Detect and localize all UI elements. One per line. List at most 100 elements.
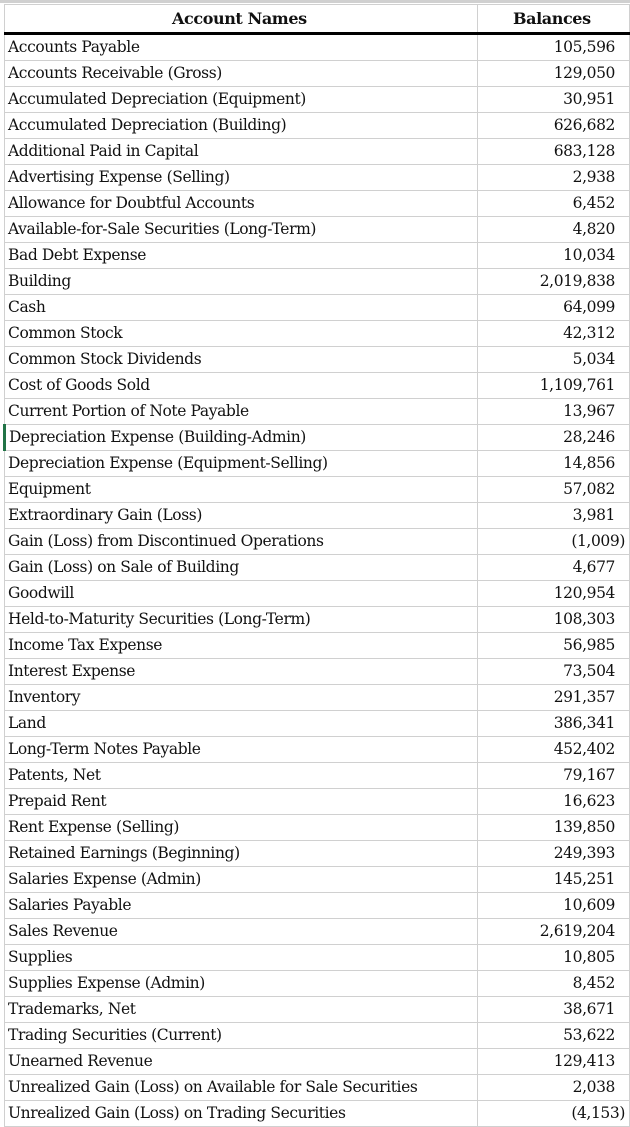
balance-cell[interactable]: 28,246 [476,424,630,451]
table-row: Unearned Revenue 129,413 [4,1048,630,1075]
account-name-cell[interactable]: Trading Securities (Current) [4,1022,478,1049]
account-name-cell[interactable]: Accumulated Depreciation (Building) [4,112,478,139]
balance-cell[interactable]: 105,596 [476,33,630,61]
balance-cell[interactable]: 10,805 [476,944,630,971]
table-row: Sales Revenue 2,619,204 [4,918,630,945]
table-row: Available-for-Sale Securities (Long-Term… [4,216,630,243]
table-row: Common Stock Dividends 5,034 [4,346,630,373]
account-name-cell[interactable]: Unrealized Gain (Loss) on Available for … [4,1074,478,1101]
balance-cell[interactable]: 56,985 [476,632,630,659]
table-row: Common Stock 42,312 [4,320,630,347]
account-name-cell[interactable]: Goodwill [4,580,478,607]
account-name-cell[interactable]: Land [4,710,478,737]
balance-cell[interactable]: 129,050 [476,60,630,87]
balance-cell[interactable]: 2,038 [476,1074,630,1101]
table-row: Salaries Payable 10,609 [4,892,630,919]
account-name-cell[interactable]: Extraordinary Gain (Loss) [4,502,478,529]
account-name-cell[interactable]: Prepaid Rent [4,788,478,815]
account-name-cell[interactable]: Supplies Expense (Admin) [4,970,478,997]
account-name-cell[interactable]: Accumulated Depreciation (Equipment) [4,86,478,113]
table-row: Allowance for Doubtful Accounts 6,452 [4,190,630,217]
account-name-cell[interactable]: Patents, Net [4,762,478,789]
balance-cell[interactable]: 3,981 [476,502,630,529]
balance-cell[interactable]: 1,109,761 [476,372,630,399]
account-name-cell[interactable]: Interest Expense [4,658,478,685]
balance-cell[interactable]: 53,622 [476,1022,630,1049]
account-name-cell[interactable]: Held-to-Maturity Securities (Long-Term) [4,606,478,633]
account-name-cell[interactable]: Inventory [4,684,478,711]
balance-cell[interactable]: 4,820 [476,216,630,243]
balance-cell[interactable]: 64,099 [476,294,630,321]
balance-cell[interactable]: 2,019,838 [476,268,630,295]
balance-cell[interactable]: (4,153) [476,1100,630,1127]
balance-cell[interactable]: 145,251 [476,866,630,893]
account-name-cell[interactable]: Supplies [4,944,478,971]
account-name-cell[interactable]: Bad Debt Expense [4,242,478,269]
balance-cell[interactable]: 129,413 [476,1048,630,1075]
balance-cell[interactable]: 42,312 [476,320,630,347]
balance-cell[interactable]: 108,303 [476,606,630,633]
balance-cell[interactable]: 2,619,204 [476,918,630,945]
account-name-cell[interactable]: Building [4,268,478,295]
account-name-cell[interactable]: Advertising Expense (Selling) [4,164,478,191]
account-name-cell[interactable]: Current Portion of Note Payable [4,398,478,425]
balance-cell[interactable]: 30,951 [476,86,630,113]
balance-cell[interactable]: 13,967 [476,398,630,425]
account-name-cell[interactable]: Long-Term Notes Payable [4,736,478,763]
balance-cell[interactable]: 249,393 [476,840,630,867]
account-name-cell[interactable]: Accounts Payable [4,33,478,61]
balance-cell[interactable]: 291,357 [476,684,630,711]
account-name-cell[interactable]: Unrealized Gain (Loss) on Trading Securi… [4,1100,478,1127]
balance-cell[interactable]: 683,128 [476,138,630,165]
table-row: Inventory 291,357 [4,684,630,711]
account-name-cell[interactable]: Cost of Goods Sold [4,372,478,399]
account-name-cell[interactable]: Common Stock [4,320,478,347]
table-row: Supplies 10,805 [4,944,630,971]
balance-cell[interactable]: 14,856 [476,450,630,477]
balance-cell[interactable]: 626,682 [476,112,630,139]
balance-cell[interactable]: 139,850 [476,814,630,841]
table-row: Depreciation Expense (Building-Admin) 28,… [3,424,630,451]
account-name-cell[interactable]: Gain (Loss) on Sale of Building [4,554,478,581]
account-name-cell[interactable]: Common Stock Dividends [4,346,478,373]
account-name-cell[interactable]: Trademarks, Net [4,996,478,1023]
account-name-cell[interactable]: Sales Revenue [4,918,478,945]
balance-cell[interactable]: 38,671 [476,996,630,1023]
table-row: Depreciation Expense (Equipment-Selling)… [4,450,630,477]
account-name-cell[interactable]: Depreciation Expense (Equipment-Selling) [4,450,478,477]
balance-cell[interactable]: 16,623 [476,788,630,815]
balance-cell[interactable]: 79,167 [476,762,630,789]
balance-cell[interactable]: (1,009) [476,528,630,555]
header-row: Account Names Balances [4,4,630,35]
account-name-cell[interactable]: Salaries Expense (Admin) [4,866,478,893]
balance-cell[interactable]: 10,609 [476,892,630,919]
balance-cell[interactable]: 452,402 [476,736,630,763]
account-name-cell[interactable]: Depreciation Expense (Building-Admin) [3,424,478,451]
balance-cell[interactable]: 10,034 [476,242,630,269]
balance-cell[interactable]: 8,452 [476,970,630,997]
balance-cell[interactable]: 120,954 [476,580,630,607]
account-name-cell[interactable]: Retained Earnings (Beginning) [4,840,478,867]
balance-cell[interactable]: 6,452 [476,190,630,217]
balance-cell[interactable]: 5,034 [476,346,630,373]
account-name-cell[interactable]: Salaries Payable [4,892,478,919]
balance-cell[interactable]: 386,341 [476,710,630,737]
header-balances[interactable]: Balances [476,4,630,35]
balance-cell[interactable]: 57,082 [476,476,630,503]
balance-cell[interactable]: 2,938 [476,164,630,191]
account-name-cell[interactable]: Income Tax Expense [4,632,478,659]
balance-cell[interactable]: 73,504 [476,658,630,685]
account-name-cell[interactable]: Gain (Loss) from Discontinued Operations [4,528,478,555]
account-name-cell[interactable]: Additional Paid in Capital [4,138,478,165]
account-name-cell[interactable]: Rent Expense (Selling) [4,814,478,841]
account-name-cell[interactable]: Allowance for Doubtful Accounts [4,190,478,217]
balance-cell[interactable]: 4,677 [476,554,630,581]
account-name-cell[interactable]: Equipment [4,476,478,503]
account-name-cell[interactable]: Available-for-Sale Securities (Long-Term… [4,216,478,243]
account-name-cell[interactable]: Accounts Receivable (Gross) [4,60,478,87]
header-account-names[interactable]: Account Names [4,4,478,35]
account-name-cell[interactable]: Unearned Revenue [4,1048,478,1075]
account-name-cell[interactable]: Cash [4,294,478,321]
table-row: Additional Paid in Capital 683,128 [4,138,630,165]
table-row: Current Portion of Note Payable 13,967 [4,398,630,425]
